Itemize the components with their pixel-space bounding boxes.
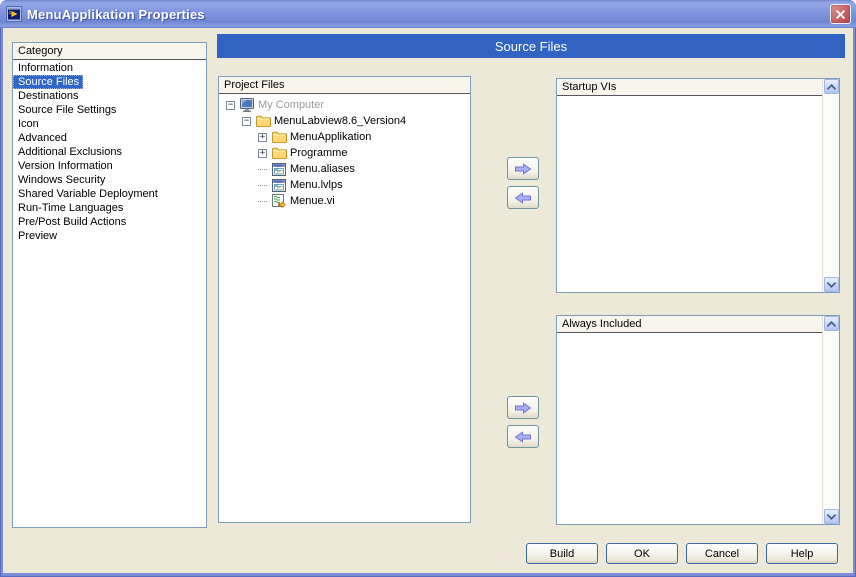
labview-app-icon	[6, 6, 22, 22]
chevron-down-icon	[827, 513, 836, 520]
tree-connector	[258, 184, 267, 186]
always-included-scrollbar[interactable]	[822, 316, 839, 524]
remove-startup-vi-button[interactable]	[507, 186, 539, 209]
tree-item-label: MenuLabview8.6_Version4	[274, 115, 407, 127]
remove-always-included-button[interactable]	[507, 425, 539, 448]
category-item-icon[interactable]: Icon	[13, 117, 206, 131]
tree-item-label: Programme	[290, 147, 348, 159]
startup-vis-header: Startup VIs	[557, 79, 823, 96]
chevron-up-icon	[827, 320, 836, 327]
scroll-up-button[interactable]	[824, 316, 839, 331]
close-button[interactable]	[830, 4, 851, 24]
tree-item-label: Menu.lvlps	[290, 179, 343, 191]
expand-toggle-icon[interactable]: +	[258, 148, 267, 158]
tree-item-menulabview8-6-version4[interactable]: − MenuLabview8.6_Version4	[219, 113, 470, 129]
vi-icon	[271, 194, 287, 208]
tree-item-my-computer[interactable]: − My Computer	[219, 97, 470, 113]
lvfile-icon	[271, 162, 287, 176]
category-item-additional-exclusions[interactable]: Additional Exclusions	[13, 145, 206, 159]
category-item-pre-post-build-actions[interactable]: Pre/Post Build Actions	[13, 215, 206, 229]
tree-connector	[258, 168, 267, 170]
page-title: Source Files	[494, 38, 568, 54]
tree-item-menu-lvlps[interactable]: Menu.lvlps	[219, 177, 470, 193]
section-header: Source Files	[217, 34, 845, 58]
properties-dialog: MenuApplikation Properties Category Info…	[0, 0, 856, 577]
collapse-toggle-icon[interactable]: −	[226, 100, 235, 110]
category-header: Category	[13, 43, 206, 60]
chevron-down-icon	[827, 281, 836, 288]
scroll-up-button[interactable]	[824, 79, 839, 94]
title-bar: MenuApplikation Properties	[0, 0, 856, 28]
dialog-body: Category Information Source Files Destinat…	[3, 28, 853, 573]
category-item-windows-security[interactable]: Windows Security	[13, 173, 206, 187]
tree-item-programme[interactable]: + Programme	[219, 145, 470, 161]
category-item-advanced[interactable]: Advanced	[13, 131, 206, 145]
scroll-down-button[interactable]	[824, 277, 839, 292]
help-button[interactable]: Help	[766, 543, 838, 564]
project-files-header: Project Files	[219, 77, 470, 94]
project-files-tree: − My Computer − MenuLabview8.6_Version4 + Men…	[219, 94, 470, 209]
chevron-up-icon	[827, 83, 836, 90]
tree-item-menue-vi[interactable]: Menue.vi	[219, 193, 470, 209]
always-included-header: Always Included	[557, 316, 823, 333]
category-item-version-information[interactable]: Version Information	[13, 159, 206, 173]
window-title: MenuApplikation Properties	[27, 6, 205, 22]
tree-item-label: My Computer	[258, 99, 325, 111]
folder-icon	[255, 115, 271, 127]
category-item-run-time-languages[interactable]: Run-Time Languages	[13, 201, 206, 215]
category-item-shared-variable-deployment[interactable]: Shared Variable Deployment	[13, 187, 206, 201]
add-startup-vi-button[interactable]	[507, 157, 539, 180]
tree-item-label: Menue.vi	[290, 195, 335, 207]
always-included-list	[557, 334, 822, 524]
ok-button[interactable]: OK	[606, 543, 678, 564]
arrow-left-icon	[514, 430, 532, 443]
arrow-right-icon	[514, 162, 532, 175]
category-item-preview[interactable]: Preview	[13, 229, 206, 243]
folder-icon	[271, 131, 287, 143]
startup-vis-scrollbar[interactable]	[822, 79, 839, 292]
category-item-source-file-settings[interactable]: Source File Settings	[13, 103, 206, 117]
expand-toggle-icon[interactable]: +	[258, 132, 267, 142]
startup-vis-panel: Startup VIs	[556, 78, 840, 293]
scroll-down-button[interactable]	[824, 509, 839, 524]
arrow-right-icon	[514, 401, 532, 414]
arrow-left-icon	[514, 191, 532, 204]
tree-item-label: MenuApplikation	[290, 131, 372, 143]
category-item-information[interactable]: Information	[13, 61, 206, 75]
lvfile-icon	[271, 178, 287, 192]
tree-item-label: Menu.aliases	[290, 163, 355, 175]
category-item-source-files[interactable]: Source Files	[13, 75, 84, 89]
tree-item-menuapplikation[interactable]: + MenuApplikation	[219, 129, 470, 145]
add-always-included-button[interactable]	[507, 396, 539, 419]
build-button[interactable]: Build	[526, 543, 598, 564]
collapse-toggle-icon[interactable]: −	[242, 116, 251, 126]
computer-icon	[239, 98, 255, 112]
tree-item-menu-aliases[interactable]: Menu.aliases	[219, 161, 470, 177]
folder-icon	[271, 147, 287, 159]
cancel-button[interactable]: Cancel	[686, 543, 758, 564]
category-list: Information Source Files Destinations Sourc…	[13, 60, 206, 243]
tree-connector	[258, 200, 267, 202]
always-included-panel: Always Included	[556, 315, 840, 525]
category-panel: Category Information Source Files Destinat…	[12, 42, 207, 528]
close-icon	[835, 9, 846, 20]
startup-vis-list	[557, 97, 822, 292]
category-item-destinations[interactable]: Destinations	[13, 89, 206, 103]
project-files-panel: Project Files − My Computer − MenuLabview8.…	[218, 76, 471, 523]
